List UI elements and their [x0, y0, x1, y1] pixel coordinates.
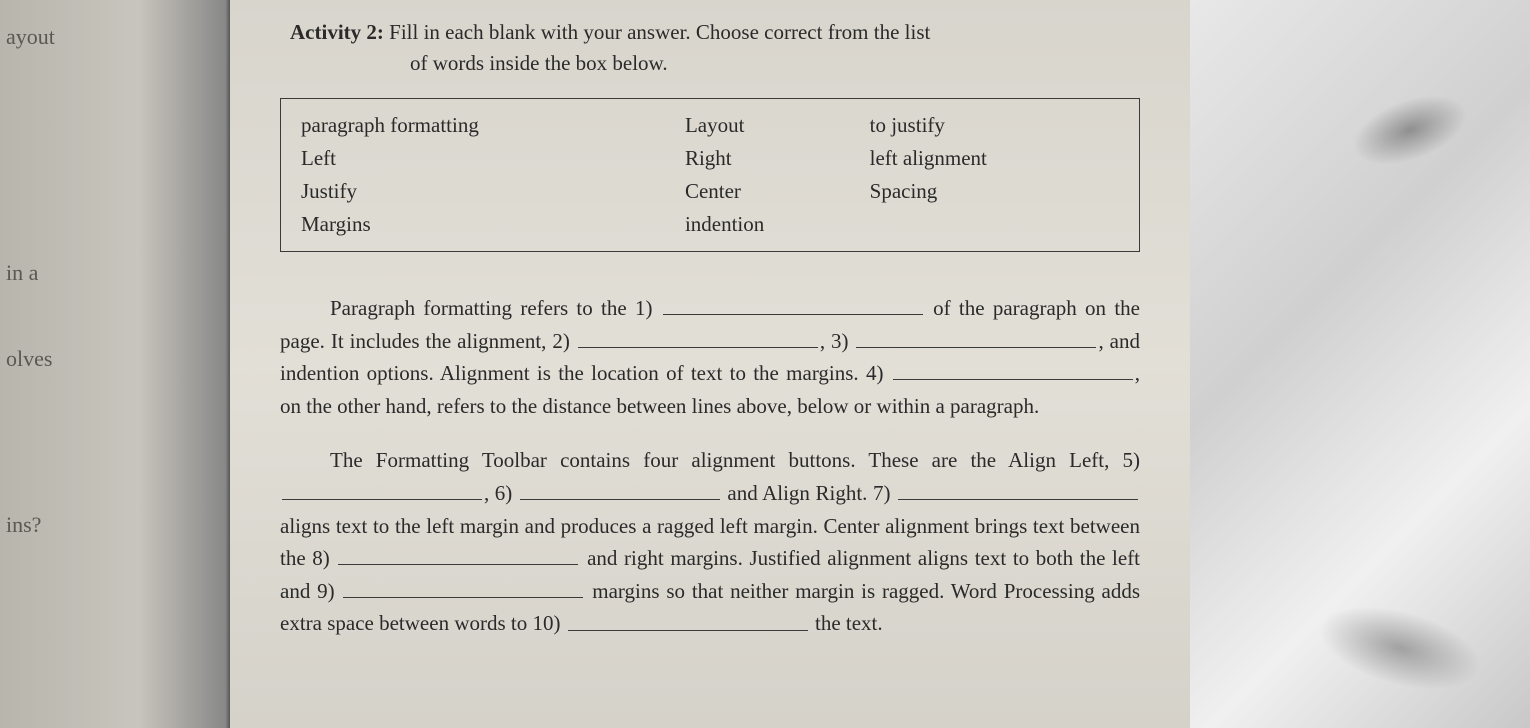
blank-5[interactable] [282, 477, 482, 500]
word-bank-cell: left alignment [864, 142, 1125, 175]
blank-7[interactable] [898, 477, 1138, 500]
instruction-line-1: Fill in each blank with your answer. Cho… [389, 20, 930, 44]
blank-1[interactable] [663, 292, 923, 315]
p2-text: and Align Right. 7) [727, 481, 890, 505]
p1-text: 3) [831, 329, 849, 353]
word-bank-cell: Justify [295, 175, 679, 208]
activity-heading: Activity 2: Fill in each blank with your… [290, 20, 1140, 45]
word-bank-cell: Right [679, 142, 864, 175]
table-surface-background [1190, 0, 1530, 728]
cut-word-1: ayout [0, 24, 230, 50]
p2-text: , 6) [484, 481, 512, 505]
p2-text: The Formatting Toolbar contains four ali… [330, 448, 1140, 472]
word-bank-cell: Center [679, 175, 864, 208]
p2-text: the text. [815, 612, 883, 636]
blank-9[interactable] [343, 575, 583, 598]
word-bank-cell: to justify [864, 109, 1125, 142]
cut-word-4: ins? [0, 512, 230, 538]
word-bank-cell: indention [679, 208, 864, 241]
blank-6[interactable] [520, 477, 720, 500]
worksheet-page: Activity 2: Fill in each blank with your… [230, 0, 1190, 728]
word-bank-cell: Margins [295, 208, 679, 241]
word-bank-cell: Spacing [864, 175, 1125, 208]
word-bank-box: paragraph formatting Layout to justify L… [280, 98, 1140, 252]
paragraph-1: Paragraph formatting refers to the 1) of… [280, 292, 1140, 422]
blank-10[interactable] [568, 607, 808, 630]
blank-4[interactable] [893, 357, 1133, 380]
cut-word-2: in a [0, 260, 230, 286]
previous-page-edge: ayout in a olves ins? [0, 0, 230, 728]
word-bank-cell: Layout [679, 109, 864, 142]
word-bank-table: paragraph formatting Layout to justify L… [295, 109, 1125, 241]
activity-label: Activity 2: [290, 20, 384, 44]
p1-text: , [820, 329, 825, 353]
blank-3[interactable] [856, 325, 1096, 348]
blank-2[interactable] [578, 325, 818, 348]
word-bank-cell: Left [295, 142, 679, 175]
instruction-line-2: of words inside the box below. [410, 51, 1140, 76]
p1-text: Paragraph formatting refers to the 1) [330, 296, 653, 320]
paragraph-2: The Formatting Toolbar contains four ali… [280, 444, 1140, 640]
blank-8[interactable] [338, 542, 578, 565]
word-bank-cell: paragraph formatting [295, 109, 679, 142]
word-bank-cell [864, 208, 1125, 241]
cut-word-3: olves [0, 346, 230, 372]
